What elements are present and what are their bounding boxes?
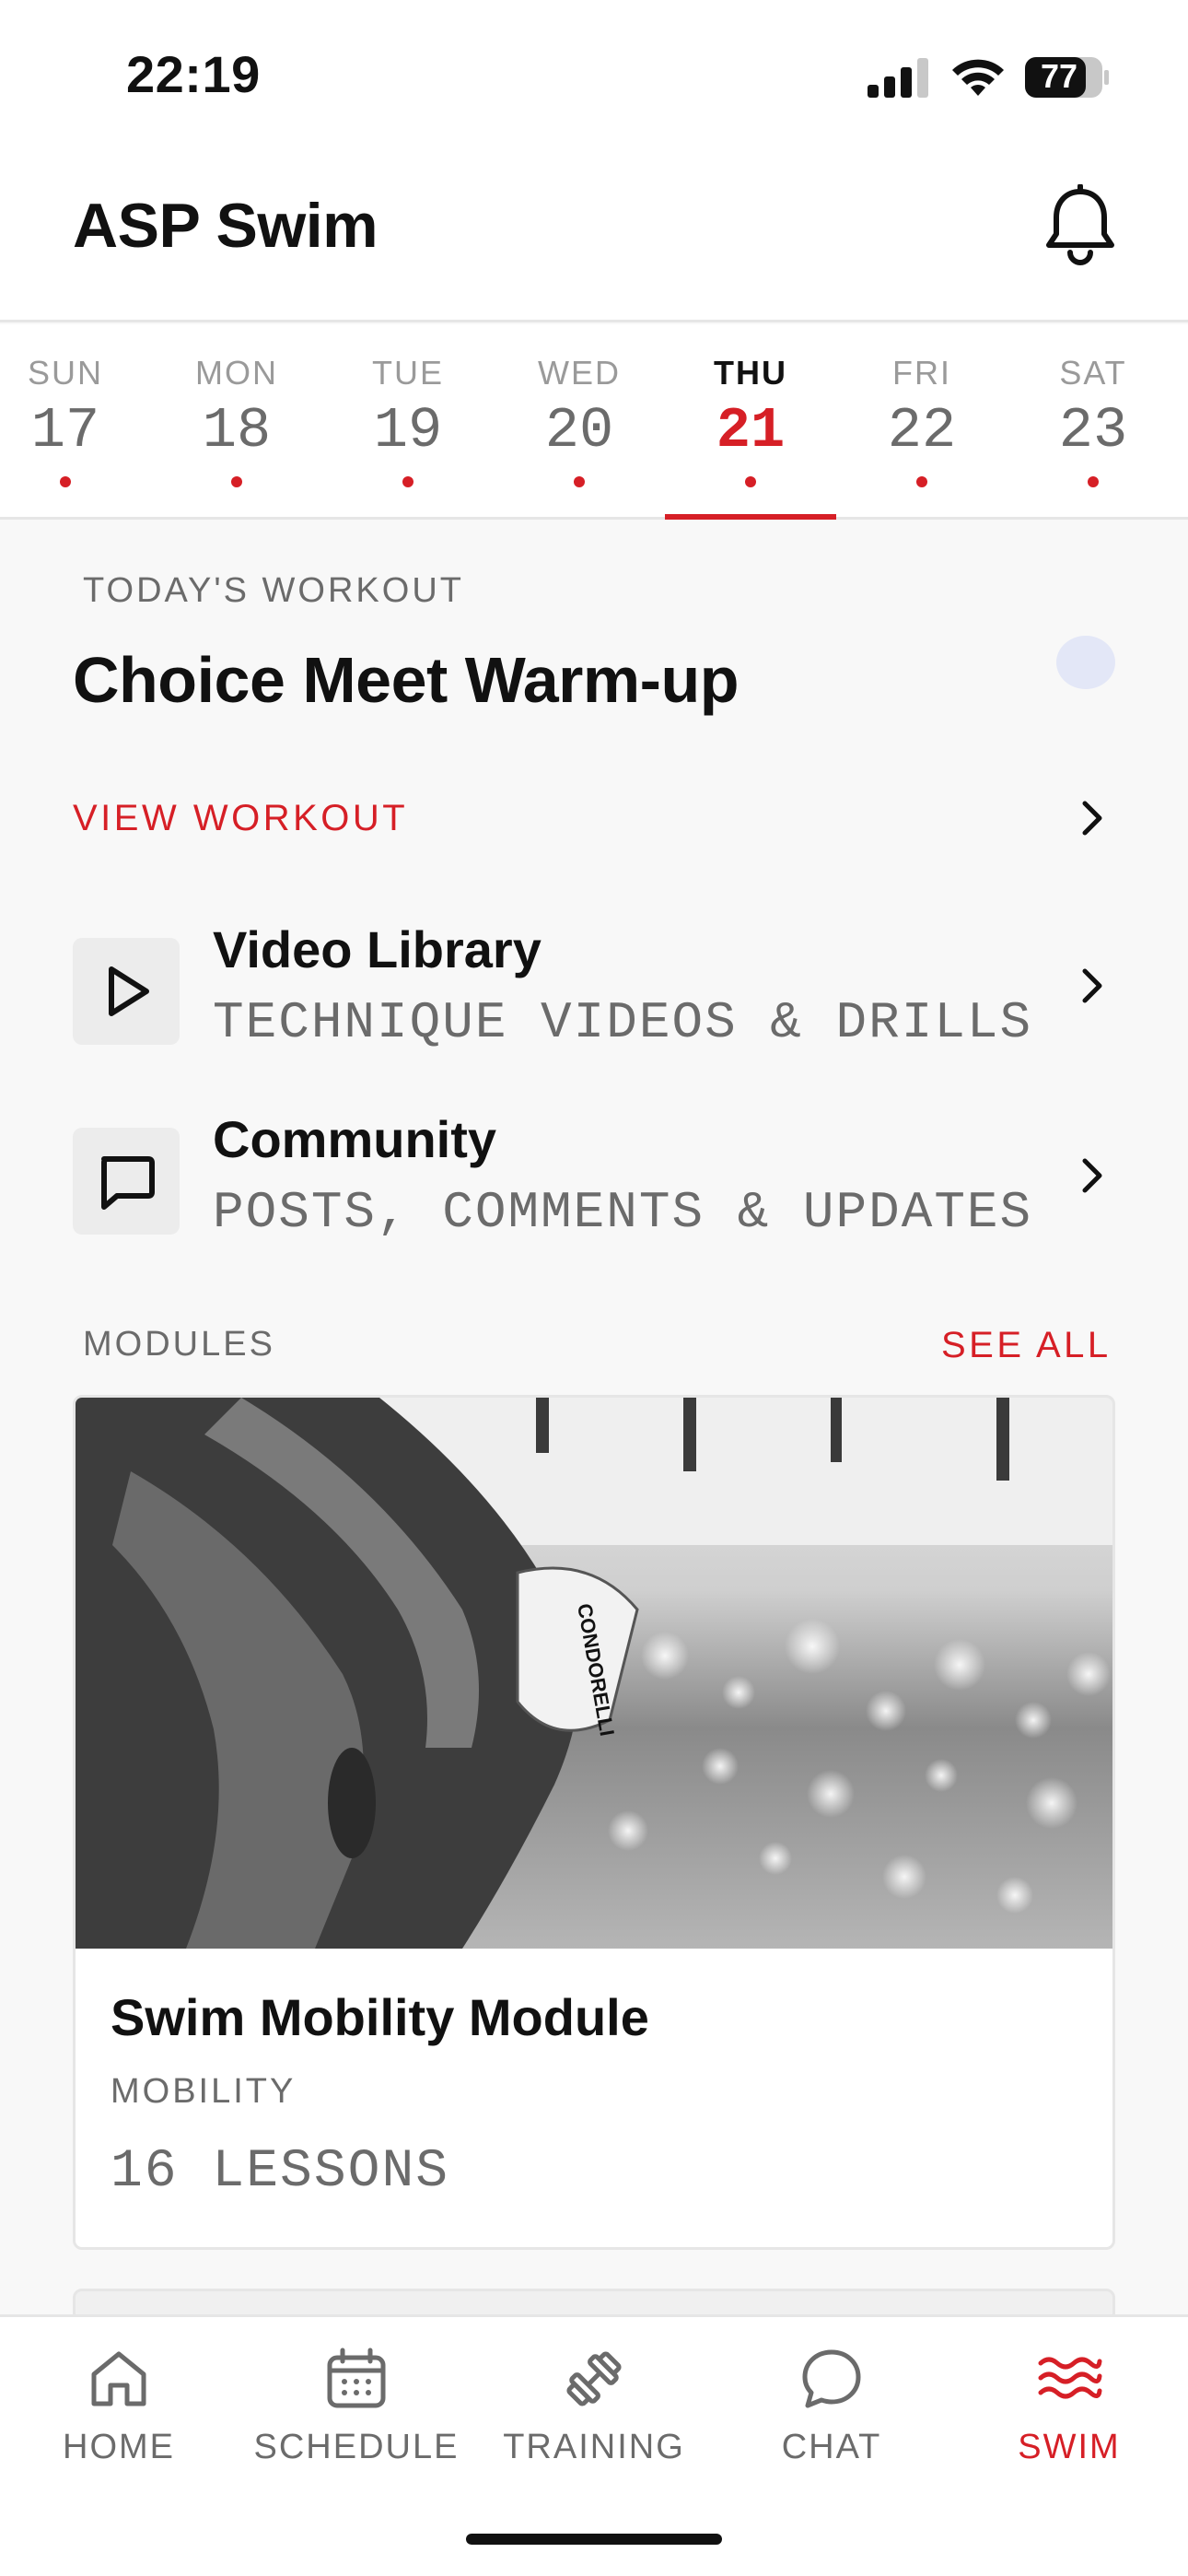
day-label: SUN bbox=[27, 354, 103, 392]
chat-icon bbox=[802, 2349, 861, 2408]
module-category: MOBILITY bbox=[111, 2072, 297, 2111]
video-library-link[interactable]: Video Library TECHNIQUE VIDEOS & DRILLS bbox=[73, 919, 1123, 1085]
tab-home[interactable]: HOME bbox=[0, 2345, 238, 2511]
community-icon-tile bbox=[73, 1128, 180, 1235]
dumbbell-icon bbox=[566, 2351, 622, 2406]
day-label: WED bbox=[538, 354, 621, 392]
status-time: 22:19 bbox=[126, 45, 261, 103]
list-item-subtitle: TECHNIQUE VIDEOS & DRILLS bbox=[213, 993, 1033, 1052]
list-item-title: Video Library bbox=[213, 920, 542, 978]
tab-chat[interactable]: CHAT bbox=[713, 2345, 950, 2511]
workout-dot bbox=[231, 476, 242, 487]
status-bar: 22:19 77 bbox=[0, 0, 1188, 157]
day-wed[interactable]: WED 20 bbox=[494, 324, 665, 520]
chevron-right-icon[interactable] bbox=[1076, 800, 1107, 837]
module-cover-image: CONDORELLI bbox=[76, 1398, 1112, 1949]
tab-label: SWIM bbox=[1018, 2428, 1121, 2466]
module-card[interactable]: CONDORELLI Swim Mobility Module MOBILITY… bbox=[73, 1395, 1115, 2250]
module-title: Swim Mobility Module bbox=[111, 1988, 649, 2046]
selected-day-indicator bbox=[665, 514, 836, 520]
workout-dot bbox=[1088, 476, 1099, 487]
day-number: 23 bbox=[1058, 398, 1128, 463]
tab-label: TRAINING bbox=[503, 2428, 685, 2466]
list-item-subtitle: POSTS, COMMENTS & UPDATES bbox=[213, 1183, 1033, 1242]
day-label: MON bbox=[195, 354, 278, 392]
todays-workout-label: TODAY'S WORKOUT bbox=[83, 571, 464, 610]
chat-bubble-icon bbox=[101, 1156, 155, 1210]
home-indicator[interactable] bbox=[466, 2534, 722, 2545]
workout-title: Choice Meet Warm-up bbox=[73, 644, 739, 716]
day-label: TUE bbox=[372, 354, 444, 392]
tab-swim[interactable]: SWIM bbox=[950, 2345, 1188, 2511]
home-icon bbox=[91, 2351, 146, 2406]
workout-dot bbox=[402, 476, 413, 487]
day-fri[interactable]: FRI 22 bbox=[836, 324, 1007, 520]
day-label: FRI bbox=[892, 354, 951, 392]
tab-schedule[interactable]: SCHEDULE bbox=[238, 2345, 475, 2511]
chevron-right-icon bbox=[1082, 1158, 1102, 1193]
tab-training[interactable]: TRAINING bbox=[475, 2345, 713, 2511]
day-number: 18 bbox=[202, 398, 272, 463]
day-number: 22 bbox=[887, 398, 957, 463]
view-workout-link[interactable]: VIEW WORKOUT bbox=[73, 798, 408, 839]
day-number: 17 bbox=[30, 398, 100, 463]
day-number: 20 bbox=[544, 398, 614, 463]
tab-label: CHAT bbox=[781, 2428, 882, 2466]
cellular-signal-icon bbox=[868, 58, 928, 98]
day-number: 19 bbox=[373, 398, 443, 463]
video-library-icon-tile bbox=[73, 938, 180, 1045]
see-all-link[interactable]: SEE ALL bbox=[941, 1325, 1112, 1366]
tab-label: HOME bbox=[63, 2428, 175, 2466]
calendar-icon bbox=[327, 2348, 386, 2408]
workout-dot bbox=[60, 476, 71, 487]
day-number: 21 bbox=[716, 398, 786, 463]
chevron-right-icon bbox=[1082, 968, 1102, 1003]
completion-status-indicator[interactable] bbox=[1056, 636, 1115, 689]
play-icon bbox=[109, 966, 149, 1016]
app-header: ASP Swim bbox=[0, 157, 1188, 322]
notification-bell-icon[interactable] bbox=[1041, 184, 1120, 267]
workout-dot bbox=[916, 476, 927, 487]
day-sun[interactable]: SUN 17 bbox=[0, 324, 151, 520]
day-tue[interactable]: TUE 19 bbox=[322, 324, 494, 520]
workout-dot bbox=[574, 476, 585, 487]
tab-label: SCHEDULE bbox=[253, 2428, 460, 2466]
battery-level: 77 bbox=[1040, 57, 1078, 95]
wifi-icon bbox=[952, 59, 1004, 96]
day-label: THU bbox=[714, 354, 787, 392]
community-link[interactable]: Community POSTS, COMMENTS & UPDATES bbox=[73, 1109, 1123, 1275]
day-sat[interactable]: SAT 23 bbox=[1007, 324, 1179, 520]
list-item-title: Community bbox=[213, 1110, 496, 1168]
day-label: SAT bbox=[1059, 354, 1127, 392]
day-mon[interactable]: MON 18 bbox=[151, 324, 322, 520]
app-title: ASP Swim bbox=[73, 191, 379, 261]
module-lesson-count: 16 LESSONS bbox=[111, 2142, 450, 2202]
waves-icon bbox=[1038, 2357, 1102, 2399]
modules-label: MODULES bbox=[83, 1325, 275, 1364]
week-selector: SUN 17 MON 18 TUE 19 WED 20 THU 21 FRI 2… bbox=[0, 324, 1188, 520]
day-thu[interactable]: THU 21 bbox=[665, 324, 836, 520]
workout-dot bbox=[745, 476, 756, 487]
